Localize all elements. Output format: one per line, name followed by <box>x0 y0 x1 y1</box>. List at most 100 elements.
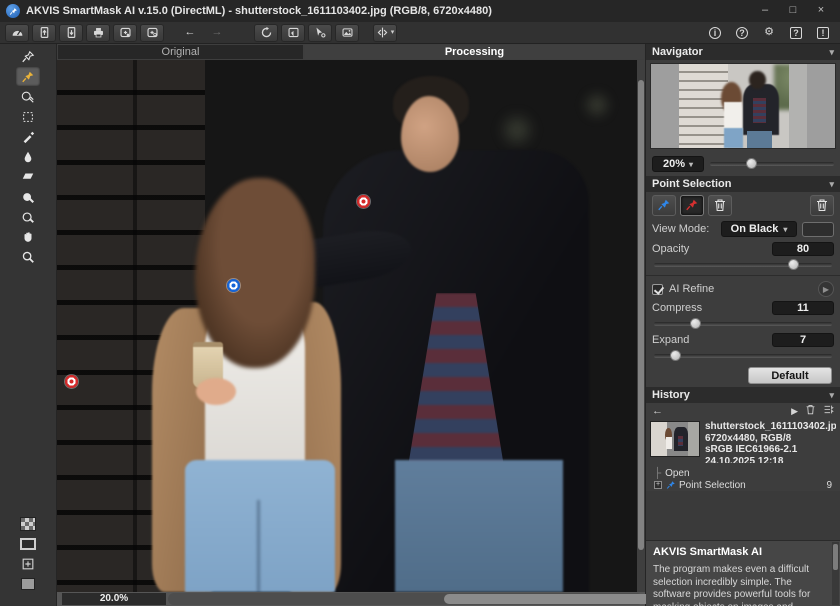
view-mode-dropdown-icon: ▾ <box>783 225 787 234</box>
quick-selection-button[interactable] <box>308 24 332 42</box>
expand-slider[interactable] <box>654 354 832 358</box>
zoom-tool[interactable] <box>16 247 40 266</box>
mask-view-button[interactable] <box>281 24 305 42</box>
history-toolbar: ← ▶ <box>646 403 840 419</box>
navigator-thumbnail-wrap <box>646 60 840 152</box>
about-scrollbar[interactable] <box>832 542 839 605</box>
history-back-button[interactable]: ← <box>652 405 663 417</box>
run-processing-button[interactable] <box>254 24 278 42</box>
eraser-tool[interactable] <box>16 167 40 186</box>
ai-refine-row: AI Refine ▶ <box>646 279 840 299</box>
history-collapse-icon[interactable]: ▾ <box>829 390 834 401</box>
ai-refine-checkbox[interactable] <box>652 284 663 295</box>
compress-value[interactable]: 11 <box>772 301 834 315</box>
drop-pin-tool[interactable] <box>16 67 40 86</box>
image-view-button[interactable] <box>335 24 359 42</box>
delete-all-points-button[interactable] <box>810 195 834 216</box>
share-button[interactable] <box>113 24 137 42</box>
history-item-point-selection[interactable]: + Point Selection 9 <box>654 479 836 491</box>
canvas-column: Original Processing <box>57 44 645 606</box>
transparency-bg-button[interactable] <box>16 514 40 533</box>
red-pin-marker[interactable] <box>65 375 78 388</box>
expand-slider-thumb[interactable] <box>670 350 681 361</box>
mini-wall <box>679 64 728 148</box>
help-button[interactable]: ? <box>730 24 754 42</box>
foreground-brush-tool[interactable] <box>16 187 40 206</box>
history-file-dims: 6720x4480, RGB/8 <box>705 433 836 445</box>
info-button[interactable]: i <box>703 24 727 42</box>
vertical-scrollbar-thumb[interactable] <box>638 80 644 550</box>
red-pin-marker[interactable] <box>357 195 370 208</box>
save-image-button[interactable] <box>59 24 83 42</box>
history-delete-button[interactable] <box>805 404 816 418</box>
smart-brush-tool[interactable] <box>16 127 40 146</box>
split-view-dropdown-icon[interactable]: ▾ <box>391 29 395 36</box>
open-image-button[interactable] <box>32 24 56 42</box>
mini-woman-tshirt <box>724 102 742 131</box>
compress-slider[interactable] <box>654 322 832 326</box>
feedback-button[interactable]: ! <box>811 24 835 42</box>
history-compact-button[interactable] <box>823 404 834 418</box>
keep-pin-tool[interactable] <box>16 47 40 66</box>
opacity-slider[interactable] <box>654 263 832 267</box>
print-button[interactable] <box>86 24 110 42</box>
compress-slider-thumb[interactable] <box>690 318 701 329</box>
default-button[interactable]: Default <box>748 367 832 384</box>
navigator-collapse-icon[interactable]: ▾ <box>829 47 834 58</box>
zoom-slider[interactable] <box>710 162 834 166</box>
background-color-swatch[interactable] <box>16 574 40 593</box>
history-item-open[interactable]: ├ Open <box>654 467 836 479</box>
zoom-slider-thumb[interactable] <box>746 158 757 169</box>
tree-expand-icon[interactable]: + <box>654 481 662 489</box>
zoom-dropdown[interactable]: 20% ▾ <box>652 156 704 172</box>
point-selection-header[interactable]: Point Selection ▾ <box>646 176 840 192</box>
tab-original[interactable]: Original <box>57 44 304 60</box>
horizontal-scrollbar[interactable] <box>168 593 643 605</box>
minimize-button[interactable]: – <box>752 3 778 19</box>
canvas[interactable] <box>57 60 637 592</box>
mini-woman-jeans <box>724 128 743 148</box>
redo-button[interactable]: → <box>205 24 229 42</box>
blue-pin-marker[interactable] <box>227 279 240 292</box>
vertical-scrollbar[interactable] <box>637 60 645 592</box>
keep-point-button[interactable] <box>652 195 676 216</box>
navigator-thumbnail[interactable] <box>650 63 836 149</box>
navigator-header[interactable]: Navigator ▾ <box>646 44 840 60</box>
canvas-size-button[interactable] <box>16 554 40 573</box>
opacity-slider-thumb[interactable] <box>788 259 799 270</box>
crop-tool[interactable] <box>16 107 40 126</box>
ai-refine-run-button[interactable]: ▶ <box>818 281 834 297</box>
hint-button[interactable]: ? <box>784 24 808 42</box>
close-button[interactable]: × <box>808 3 834 19</box>
titlebar: AKVIS SmartMask AI v.15.0 (DirectML) - s… <box>0 0 840 22</box>
zoom-row: 20% ▾ <box>646 152 840 176</box>
expand-value[interactable]: 7 <box>772 333 834 347</box>
pin-eraser-tool[interactable] <box>16 87 40 106</box>
background-brush-tool[interactable] <box>16 207 40 226</box>
view-mode-dropdown[interactable]: On Black ▾ <box>721 221 797 237</box>
view-mode-color-swatch[interactable] <box>802 222 834 237</box>
app-window: AKVIS SmartMask AI v.15.0 (DirectML) - s… <box>0 0 840 606</box>
opacity-value[interactable]: 80 <box>772 242 834 256</box>
hand-tool[interactable] <box>16 227 40 246</box>
compress-label: Compress <box>652 302 702 314</box>
delete-point-button[interactable] <box>708 195 732 216</box>
about-scrollbar-thumb[interactable] <box>833 544 838 570</box>
point-selection-buttons <box>646 192 840 218</box>
maximize-button[interactable]: □ <box>780 3 806 19</box>
workspace-mode-button[interactable] <box>5 24 29 42</box>
history-header[interactable]: History ▾ <box>646 387 840 403</box>
gray-swatch-icon <box>21 578 35 590</box>
split-view-button[interactable]: ▾ <box>373 24 397 42</box>
history-step-count: 9 <box>826 480 832 491</box>
undo-button[interactable]: ← <box>178 24 202 42</box>
history-play-button[interactable]: ▶ <box>791 406 798 417</box>
drop-point-button[interactable] <box>680 195 704 216</box>
frame-view-button[interactable] <box>16 534 40 553</box>
blur-tool[interactable] <box>16 147 40 166</box>
preferences-button[interactable]: ⚙ <box>757 24 781 42</box>
point-selection-collapse-icon[interactable]: ▾ <box>829 179 834 190</box>
history-entry[interactable]: shutterstock_1611103402.jpg 6720x4480, R… <box>646 419 840 465</box>
tab-processing[interactable]: Processing <box>304 44 645 60</box>
publish-button[interactable] <box>140 24 164 42</box>
